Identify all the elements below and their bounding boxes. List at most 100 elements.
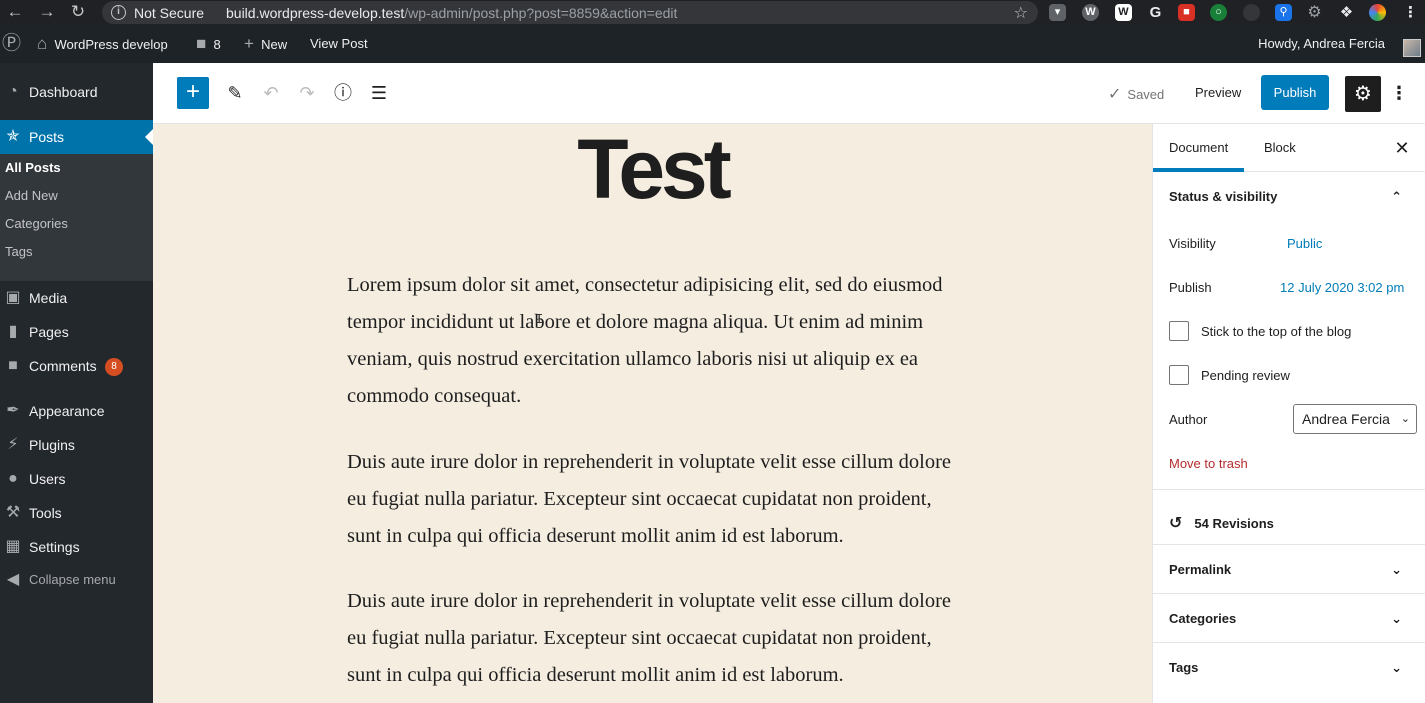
pending-review-checkbox[interactable]: [1169, 365, 1189, 385]
avatar[interactable]: [1403, 39, 1421, 57]
admin-bar: Ⓟ ⌂ WordPress develop ■ 8 + New View Pos…: [0, 25, 1425, 63]
info-icon[interactable]: ⓘ: [331, 81, 355, 105]
redo-icon[interactable]: ↷: [295, 81, 319, 105]
settings-toggle-button[interactable]: ⚙: [1345, 76, 1381, 112]
info-icon[interactable]: i: [111, 5, 126, 20]
pocket-icon[interactable]: ▾: [1049, 4, 1066, 21]
wordpress-ext-icon[interactable]: W: [1082, 4, 1099, 21]
menu-item-plugins[interactable]: ⚡ Plugins: [0, 428, 153, 462]
collapse-menu-button[interactable]: ◀ Collapse menu: [0, 563, 153, 597]
tab-block[interactable]: Block: [1248, 124, 1312, 172]
wordpress-logo-icon[interactable]: Ⓟ: [2, 25, 21, 63]
profile-icon[interactable]: [1369, 4, 1386, 21]
menu-item-users[interactable]: ● Users: [0, 462, 153, 496]
author-select[interactable]: Andrea Fercia ⌄: [1293, 404, 1417, 434]
add-block-button[interactable]: +: [177, 77, 209, 109]
visibility-label: Visibility: [1169, 236, 1216, 251]
menu-item-dashboard[interactable]: ◔ Dashboard: [0, 75, 153, 109]
publish-date-button[interactable]: 12 July 2020 3:02 pm: [1280, 280, 1404, 295]
categories-panel-toggle[interactable]: Categories ⌄: [1169, 611, 1410, 626]
chevron-up-icon: ⌃: [1391, 189, 1402, 204]
home-icon: ⌂: [37, 34, 48, 53]
settings-sidebar: Document Block ✕ Status & visibility ⌃ Vi…: [1152, 124, 1425, 703]
plus-icon: +: [185, 78, 200, 105]
gear-ext-icon[interactable]: ⚙: [1306, 4, 1323, 21]
paragraph-block-3[interactable]: Duis aute irure dolor in reprehenderit i…: [347, 583, 967, 694]
view-post-link[interactable]: View Post: [310, 25, 368, 63]
tab-document[interactable]: Document: [1153, 124, 1245, 172]
tags-panel-toggle[interactable]: Tags ⌄: [1169, 660, 1410, 675]
paragraph-block-1[interactable]: Lorem ipsum dolor sit amet, consectetur …: [347, 267, 967, 415]
text-cursor-icon: I: [535, 312, 544, 328]
comment-icon: ■: [8, 357, 18, 374]
pushpin-icon: ✯: [6, 128, 20, 145]
sticky-checkbox[interactable]: [1169, 321, 1189, 341]
submenu-categories[interactable]: Categories: [5, 210, 68, 238]
browser-menu-icon[interactable]: ⋮: [1402, 4, 1419, 21]
red-ext-icon[interactable]: ■: [1178, 4, 1195, 21]
menu-item-media[interactable]: ▣ Media: [0, 281, 153, 315]
menu-item-settings[interactable]: ▦ Settings: [0, 530, 153, 564]
check-icon: ✓: [1108, 86, 1122, 103]
chevron-down-icon: ⌄: [1400, 413, 1410, 425]
status-visibility-toggle[interactable]: Status & visibility ⌃: [1169, 189, 1410, 204]
visibility-value-button[interactable]: Public: [1287, 236, 1322, 251]
word-ext-icon[interactable]: W: [1115, 4, 1132, 21]
collapse-icon: ◀: [6, 571, 20, 588]
menu-item-posts[interactable]: ✯ Posts: [0, 120, 153, 154]
submenu-tags[interactable]: Tags: [5, 238, 32, 266]
grammarly-icon[interactable]: G: [1147, 4, 1164, 21]
close-icon[interactable]: ✕: [1390, 136, 1414, 160]
preview-button[interactable]: Preview: [1184, 76, 1252, 110]
history-icon: ↺: [1169, 515, 1183, 532]
comment-icon: ■: [196, 34, 207, 53]
menu-item-comments[interactable]: ■ Comments 8: [0, 349, 153, 383]
reload-icon[interactable]: ↻: [68, 3, 88, 21]
menu-item-appearance[interactable]: ✒ Appearance: [0, 394, 153, 428]
revisions-link[interactable]: ↺ 54 Revisions: [1169, 513, 1410, 533]
grey-ext-icon[interactable]: [1243, 4, 1260, 21]
green-ext-icon[interactable]: ○: [1210, 4, 1227, 21]
security-label: Not Secure: [134, 5, 205, 21]
post-title[interactable]: Test: [153, 126, 1152, 212]
more-options-icon[interactable]: ⋮: [1389, 81, 1409, 105]
comments-link[interactable]: ■ 8: [196, 25, 221, 63]
arrow-left-icon[interactable]: ←: [5, 3, 25, 21]
plus-icon: +: [244, 34, 254, 53]
move-to-trash-link[interactable]: Move to trash: [1169, 456, 1248, 471]
pages-icon: ▮: [8, 323, 18, 340]
permalink-panel-toggle[interactable]: Permalink ⌄: [1169, 562, 1410, 577]
arrow-right-icon[interactable]: →: [37, 3, 57, 21]
chevron-down-icon: ⌄: [1391, 660, 1402, 675]
site-name-link[interactable]: ⌂ WordPress develop: [37, 25, 168, 63]
star-icon[interactable]: ☆: [1014, 3, 1028, 23]
divider: [1153, 642, 1425, 643]
author-label: Author: [1169, 412, 1208, 427]
menu-item-pages[interactable]: ▮ Pages: [0, 315, 153, 349]
publish-label: Publish: [1169, 280, 1212, 295]
publish-button[interactable]: Publish: [1261, 75, 1329, 110]
menu-item-tools[interactable]: ⚒ Tools: [0, 496, 153, 530]
address-bar[interactable]: i Not Secure build.wordpress-develop.tes…: [102, 1, 1038, 24]
divider: [1153, 489, 1425, 490]
undo-icon[interactable]: ↶: [259, 81, 283, 105]
posts-submenu: All Posts Add New Categories Tags: [0, 154, 153, 281]
new-content-link[interactable]: + New: [244, 25, 287, 63]
settings-icon: ▦: [5, 538, 21, 555]
edit-pencil-icon[interactable]: ✎: [223, 81, 247, 105]
submenu-add-new[interactable]: Add New: [5, 182, 58, 210]
dashboard-icon: ◔: [8, 83, 18, 100]
editor-canvas[interactable]: Test Lorem ipsum dolor sit amet, consect…: [153, 124, 1152, 703]
url-text[interactable]: build.wordpress-develop.test/wp-admin/po…: [226, 5, 677, 21]
key-ext-icon[interactable]: ⚲: [1275, 4, 1292, 21]
media-icon: ▣: [5, 289, 21, 306]
list-view-icon[interactable]: ☰: [367, 81, 391, 105]
paragraph-block-2[interactable]: Duis aute irure dolor in reprehenderit i…: [347, 444, 967, 555]
browser-bar: ← → ↻ i Not Secure build.wordpress-devel…: [0, 0, 1425, 25]
sticky-label: Stick to the top of the blog: [1201, 324, 1352, 339]
submenu-all-posts[interactable]: All Posts: [5, 154, 61, 182]
user-icon: ●: [8, 470, 18, 487]
divider: [1153, 593, 1425, 594]
howdy-user[interactable]: Howdy, Andrea Fercia: [1258, 25, 1385, 63]
puzzle-icon[interactable]: ❖: [1338, 4, 1355, 21]
